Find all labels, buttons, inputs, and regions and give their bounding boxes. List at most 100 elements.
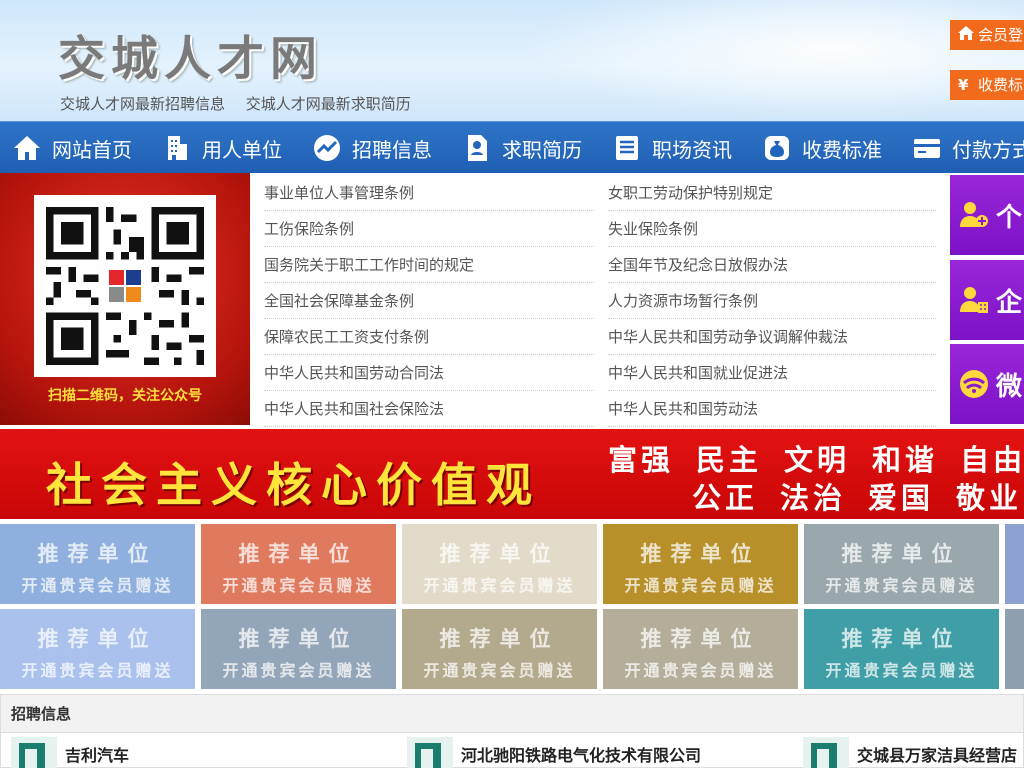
recommended-company-slot[interactable]: 推荐单位开通贵宾会员赠送 xyxy=(804,609,999,689)
wechat-card[interactable]: 微 xyxy=(950,344,1024,424)
member-login-button[interactable]: 会员登 xyxy=(950,20,1024,50)
nav-employers-label: 用人单位 xyxy=(202,137,282,162)
nav-jobs[interactable]: 招聘信息 xyxy=(300,122,450,173)
core-value-word: 爱国 xyxy=(868,481,935,515)
banner-main-slogan: 社会主义核心价值观 xyxy=(46,458,541,512)
nav-employers[interactable]: 用人单位 xyxy=(150,122,300,173)
nav-resumes-label: 求职简历 xyxy=(502,137,582,162)
site-header: 交城人才网 交城人才网最新招聘信息 交城人才网最新求职简历 会员登 ¥ 收费标 xyxy=(0,0,1024,121)
recommended-company-slot[interactable]: 推荐单位开通贵宾会员赠送 xyxy=(603,524,798,604)
wechat-icon xyxy=(960,370,988,398)
header-sky-decoration xyxy=(520,0,1024,121)
nav-payment-label: 付款方式 xyxy=(952,137,1024,162)
recommended-company-slot[interactable]: 推荐单位开通贵宾会员赠送 xyxy=(804,524,999,604)
company-logo xyxy=(11,737,57,768)
building-icon xyxy=(168,136,187,160)
nav-fees-label: 收费标准 xyxy=(802,137,882,162)
job-item[interactable]: 河北驰阳铁路电气化技术有限公司 xyxy=(407,737,701,768)
recommended-company-slot[interactable]: 推荐单位开通贵宾会员赠送 xyxy=(1005,524,1024,604)
core-value-word: 民主 xyxy=(696,443,763,477)
core-value-word: 法治 xyxy=(780,481,847,515)
company-member-card[interactable]: 企 xyxy=(950,260,1024,340)
personal-member-card[interactable]: 个 xyxy=(950,175,1024,255)
nav-news[interactable]: 职场资讯 xyxy=(600,122,750,173)
core-value-word: 敬业 xyxy=(956,481,1023,515)
law-link[interactable]: 事业单位人事管理条例 xyxy=(264,175,594,211)
law-link[interactable]: 失业保险条例 xyxy=(608,211,936,247)
slot-title: 推荐单位 xyxy=(439,627,560,651)
jobs-section: 招聘信息 吉利汽车 河北驰阳铁路电气化技术有限公司 交城县万家洁具经营店 xyxy=(0,694,1024,768)
law-link[interactable]: 保障农民工工资支付条例 xyxy=(264,319,594,355)
page: 交城人才网 交城人才网最新招聘信息 交城人才网最新求职简历 会员登 ¥ 收费标 网… xyxy=(0,0,1024,768)
slot-title: 推荐单位 xyxy=(439,542,560,566)
slot-title: 推荐单位 xyxy=(1005,524,1024,568)
law-link[interactable]: 工伤保险条例 xyxy=(264,211,594,247)
core-values-banner: 社会主义核心价值观 富强 民主 文明 和谐 自由 公正 法治 爱国 敬业 xyxy=(0,429,1024,519)
personal-member-label: 个 xyxy=(996,203,1023,233)
law-link[interactable]: 女职工劳动保护特别规定 xyxy=(608,175,936,211)
law-link[interactable]: 中华人民共和国劳动争议调解仲裁法 xyxy=(608,319,936,355)
company-user-icon xyxy=(960,287,988,313)
recommended-company-slot[interactable]: 推荐单位开通贵宾会员赠送 xyxy=(201,524,396,604)
law-link[interactable]: 全国年节及纪念日放假办法 xyxy=(608,247,936,283)
slot-subtitle: 开通贵宾会员赠送 xyxy=(624,576,777,595)
slot-subtitle: 开通贵宾会员赠送 xyxy=(624,661,777,680)
header-links: 交城人才网最新招聘信息 交城人才网最新求职简历 xyxy=(60,93,427,114)
qr-code-panel: 扫描二维码，关注公众号 xyxy=(0,173,250,425)
law-link-list: 事业单位人事管理条例 女职工劳动保护特别规定 工伤保险条例 失业保险条例 国务院关于职工… xyxy=(264,175,936,427)
job-item[interactable]: 吉利汽车 xyxy=(11,737,129,768)
recommended-company-slot[interactable]: 推荐单位开通贵宾会员赠送 xyxy=(201,609,396,689)
recommended-company-slot[interactable]: 推荐单位开通贵宾会员赠送 xyxy=(0,609,195,689)
law-link[interactable]: 中华人民共和国社会保险法 xyxy=(264,391,594,427)
company-name: 交城县万家洁具经营店 xyxy=(857,746,1018,765)
slot-title: 推荐单位 xyxy=(37,627,158,651)
law-link[interactable]: 中华人民共和国劳动合同法 xyxy=(264,355,594,391)
slot-title: 推荐单位 xyxy=(238,542,359,566)
main-nav: 网站首页 用人单位 招聘信息 求职简历 职场资讯 收费标准 付款方式 xyxy=(0,121,1024,173)
job-item[interactable]: 交城县万家洁具经营店 xyxy=(803,737,1017,768)
home-icon xyxy=(14,136,40,160)
nav-payment[interactable]: 付款方式 xyxy=(900,122,1024,173)
money-bag-icon xyxy=(765,136,789,160)
card-icon xyxy=(914,139,940,158)
recommended-company-slot[interactable]: 推荐单位开通贵宾会员赠送 xyxy=(402,609,597,689)
slot-title: 推荐单位 xyxy=(841,542,962,566)
slot-title: 推荐单位 xyxy=(640,542,761,566)
nav-home[interactable]: 网站首页 xyxy=(0,122,150,173)
slot-subtitle: 开通贵宾会员赠送 xyxy=(222,576,375,595)
yen-icon: ¥ xyxy=(958,76,969,94)
member-login-label: 会员登 xyxy=(978,26,1024,44)
recommended-company-slot[interactable]: 推荐单位开通贵宾会员赠送 xyxy=(0,524,195,604)
slot-title: 推荐单位 xyxy=(841,627,962,651)
core-value-word: 富强 xyxy=(608,443,675,477)
nav-news-label: 职场资讯 xyxy=(652,137,732,162)
resume-icon xyxy=(468,135,487,161)
law-link[interactable]: 国务院关于职工工作时间的规定 xyxy=(264,247,594,283)
law-link[interactable]: 中华人民共和国劳动法 xyxy=(608,391,936,427)
chart-icon xyxy=(314,135,340,161)
latest-resumes-link[interactable]: 交城人才网最新求职简历 xyxy=(246,95,411,113)
banner-values-row-2: 公正 法治 爱国 敬业 xyxy=(608,475,1024,515)
law-link[interactable]: 人力资源市场暂行条例 xyxy=(608,283,936,319)
recommended-company-slot[interactable]: 推荐单位开通贵宾会员赠送 xyxy=(402,524,597,604)
banner-values-row-1: 富强 民主 文明 和谐 自由 xyxy=(608,437,1024,477)
site-title[interactable]: 交城人才网 xyxy=(58,20,323,89)
fee-standard-button[interactable]: ¥ 收费标 xyxy=(950,70,1024,100)
law-link[interactable]: 全国社会保障基金条例 xyxy=(264,283,594,319)
core-value-word: 和谐 xyxy=(872,443,939,477)
law-link[interactable]: 中华人民共和国就业促进法 xyxy=(608,355,936,391)
nav-fees[interactable]: 收费标准 xyxy=(750,122,900,173)
nav-jobs-label: 招聘信息 xyxy=(352,137,432,162)
person-add-icon xyxy=(960,202,988,227)
company-logo xyxy=(803,737,849,768)
recommended-companies-grid: 推荐单位 开通贵宾会员赠送 推荐单位 开通贵宾会员赠送 推荐单位 开通贵宾会员赠送 推荐单位… xyxy=(0,524,1024,689)
nav-resumes[interactable]: 求职简历 xyxy=(450,122,600,173)
company-name: 河北驰阳铁路电气化技术有限公司 xyxy=(461,746,702,765)
slot-subtitle: 开通贵宾会员赠送 xyxy=(222,661,375,680)
latest-jobs-link[interactable]: 交城人才网最新招聘信息 xyxy=(60,95,225,113)
slot-subtitle: 开通贵宾会员赠送 xyxy=(423,661,576,680)
slot-title: 推荐单位 xyxy=(1005,609,1024,653)
banner-values: 富强 民主 文明 和谐 自由 公正 法治 爱国 敬业 xyxy=(608,437,1024,515)
recommended-company-slot[interactable]: 推荐单位开通贵宾会员赠送 xyxy=(1005,609,1024,689)
recommended-company-slot[interactable]: 推荐单位开通贵宾会员赠送 xyxy=(603,609,798,689)
